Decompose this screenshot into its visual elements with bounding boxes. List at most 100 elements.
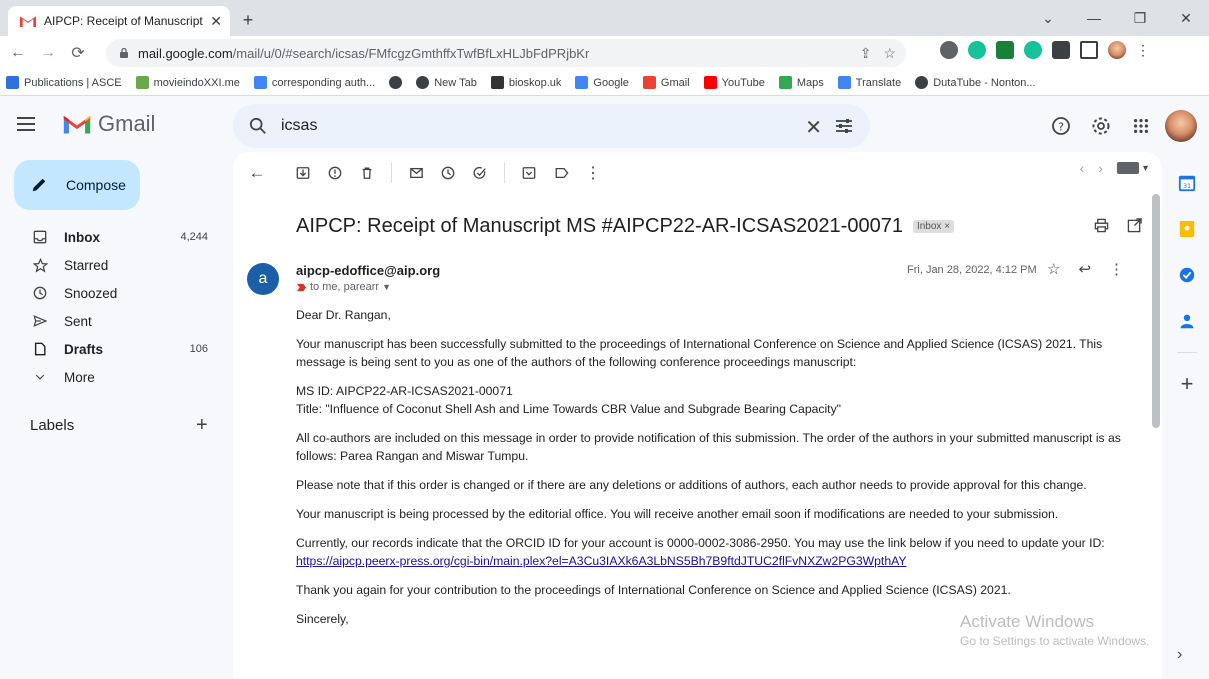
bookmark-label: Maps bbox=[796, 76, 824, 89]
sidebar-item-label: Snoozed bbox=[64, 285, 118, 301]
grammarly-icon[interactable] bbox=[1024, 41, 1042, 59]
tasks-icon[interactable] bbox=[1165, 252, 1209, 298]
search-icon[interactable] bbox=[249, 117, 267, 135]
main-menu-icon[interactable] bbox=[16, 114, 38, 134]
bookmark-item[interactable]: bioskop.uk bbox=[490, 76, 562, 89]
bookmark-item[interactable]: YouTube bbox=[703, 76, 765, 89]
recipients-line[interactable]: to me, parearr ▼ bbox=[296, 281, 391, 293]
help-icon[interactable]: ? bbox=[1041, 106, 1081, 146]
show-side-panel-icon[interactable]: › bbox=[1177, 646, 1182, 664]
bookmark-favicon-icon bbox=[575, 76, 589, 89]
settings-gear-icon[interactable] bbox=[1081, 106, 1121, 146]
gmail-favicon-icon bbox=[20, 16, 36, 27]
print-icon[interactable] bbox=[1094, 218, 1109, 233]
puzzle-icon[interactable] bbox=[1052, 41, 1070, 59]
label-tag-icon[interactable] bbox=[545, 157, 577, 189]
grammarly-icon[interactable] bbox=[968, 41, 986, 59]
bookmark-item[interactable]: Google bbox=[575, 76, 629, 89]
address-bar[interactable]: mail.google.com/mail/u/0/#search/icsas/F… bbox=[106, 39, 906, 67]
bookmark-item[interactable]: movieindoXXI.me bbox=[135, 76, 240, 89]
bookmark-label: bioskop.uk bbox=[508, 76, 562, 89]
calendar-icon[interactable]: 31 bbox=[1165, 160, 1209, 206]
side-panel-icon[interactable] bbox=[1080, 41, 1098, 59]
reply-icon[interactable]: ↩ bbox=[1078, 260, 1091, 278]
inbox-label-chip[interactable]: Inbox × bbox=[912, 220, 955, 233]
bookmark-item[interactable]: New Tab bbox=[416, 76, 477, 89]
search-options-icon[interactable] bbox=[834, 116, 854, 136]
clear-search-icon[interactable]: ✕ bbox=[805, 115, 822, 140]
email-toolbar: ← ⋮ ‹ › ▾ bbox=[233, 152, 1162, 194]
account-avatar[interactable] bbox=[1165, 110, 1197, 142]
apps-grid-icon[interactable] bbox=[1121, 106, 1161, 146]
sender-email[interactable]: aipcp-edoffice@aip.org bbox=[296, 263, 440, 278]
sidebar-item-snoozed[interactable]: Snoozed bbox=[0, 279, 224, 307]
new-tab-icon[interactable]: + bbox=[236, 9, 260, 33]
reload-icon[interactable]: ⟳ bbox=[66, 41, 90, 65]
tab-close-icon[interactable]: ✕ bbox=[210, 13, 222, 30]
bookmark-star-icon[interactable]: ☆ bbox=[883, 45, 896, 62]
mark-unread-icon[interactable] bbox=[400, 157, 432, 189]
bookmark-item[interactable]: Maps bbox=[778, 76, 824, 89]
message-more-icon[interactable]: ⋮ bbox=[1109, 260, 1124, 278]
newer-chevron-icon[interactable]: ‹ bbox=[1080, 160, 1085, 176]
open-new-window-icon[interactable] bbox=[1127, 218, 1142, 233]
input-tools-dropdown-icon[interactable]: ▾ bbox=[1143, 163, 1148, 174]
recipients-text: to me, parearr bbox=[310, 281, 380, 293]
get-addons-icon[interactable]: + bbox=[1165, 361, 1209, 407]
delete-icon[interactable] bbox=[351, 157, 383, 189]
restore-icon[interactable]: ❐ bbox=[1117, 0, 1163, 36]
tab-search-icon[interactable]: ⌄ bbox=[1025, 0, 1071, 36]
sender-avatar[interactable]: a bbox=[247, 263, 279, 295]
more-options-icon[interactable]: ⋮ bbox=[577, 157, 609, 189]
minimize-icon[interactable]: — bbox=[1071, 0, 1117, 36]
email-scrollbar[interactable] bbox=[1152, 194, 1160, 428]
keyboard-icon[interactable] bbox=[1116, 162, 1139, 174]
contacts-icon[interactable] bbox=[1165, 298, 1209, 344]
window-close-icon[interactable]: ✕ bbox=[1163, 0, 1209, 36]
recipients-dropdown-icon[interactable]: ▼ bbox=[382, 282, 391, 292]
back-to-list-icon[interactable]: ← bbox=[241, 157, 273, 189]
bookmark-item[interactable]: Gmail bbox=[642, 76, 690, 89]
keep-icon[interactable] bbox=[1165, 206, 1209, 252]
sidebar-item-sent[interactable]: Sent bbox=[0, 307, 224, 335]
sidebar-item-inbox[interactable]: Inbox 4,244 bbox=[0, 223, 224, 251]
extension-icon[interactable] bbox=[996, 41, 1014, 59]
sidebar-item-drafts[interactable]: Drafts 106 bbox=[0, 335, 224, 363]
snooze-clock-icon[interactable] bbox=[432, 157, 464, 189]
browser-toolbar: ← → ⟳ mail.google.com/mail/u/0/#search/i… bbox=[0, 36, 1209, 70]
bookmark-favicon-icon bbox=[416, 76, 430, 89]
star-icon[interactable]: ☆ bbox=[1047, 260, 1060, 278]
window-controls: ⌄ — ❐ ✕ bbox=[1025, 0, 1209, 36]
add-task-icon[interactable] bbox=[464, 157, 496, 189]
orcid-update-link[interactable]: https://aipcp.peerx-press.org/cgi-bin/ma… bbox=[296, 554, 906, 568]
extension-icon[interactable] bbox=[940, 41, 958, 59]
subject-actions bbox=[1094, 218, 1142, 233]
add-label-icon[interactable]: + bbox=[196, 414, 208, 437]
gmail-logo[interactable]: Gmail bbox=[62, 111, 155, 137]
bookmark-item[interactable]: corresponding auth... bbox=[253, 76, 375, 89]
search-input[interactable] bbox=[281, 117, 761, 135]
bookmark-label: Gmail bbox=[660, 76, 690, 89]
url-text: mail.google.com/mail/u/0/#search/icsas/F… bbox=[138, 45, 590, 61]
browser-menu-icon[interactable]: ⋮ bbox=[1136, 42, 1150, 59]
bookmark-label: New Tab bbox=[434, 76, 477, 89]
sidebar-item-starred[interactable]: Starred bbox=[0, 251, 224, 279]
profile-avatar[interactable] bbox=[1108, 41, 1126, 59]
email-pane: ← ⋮ ‹ › ▾ AIPCP: Receipt of Manuscript M… bbox=[233, 152, 1162, 679]
bookmark-item[interactable]: DutaTube - Nonton... bbox=[915, 76, 1036, 89]
bookmark-item[interactable] bbox=[389, 76, 403, 89]
forward-icon[interactable]: → bbox=[36, 41, 60, 65]
browser-tab[interactable]: AIPCP: Receipt of Manuscript MS ✕ bbox=[8, 6, 230, 36]
older-chevron-icon[interactable]: › bbox=[1098, 160, 1103, 176]
archive-icon[interactable] bbox=[287, 157, 319, 189]
report-spam-icon[interactable] bbox=[319, 157, 351, 189]
bookmark-item[interactable]: Publications | ASCE bbox=[6, 76, 122, 89]
draft-icon bbox=[32, 341, 48, 357]
back-icon[interactable]: ← bbox=[6, 41, 30, 65]
share-icon[interactable]: ⇪ bbox=[860, 45, 872, 62]
sidebar-item-more[interactable]: More bbox=[0, 363, 224, 391]
move-to-icon[interactable] bbox=[513, 157, 545, 189]
compose-button[interactable]: Compose bbox=[14, 160, 140, 210]
bookmark-item[interactable]: Translate bbox=[837, 76, 901, 89]
email-greeting: Dear Dr. Rangan, bbox=[296, 308, 391, 322]
